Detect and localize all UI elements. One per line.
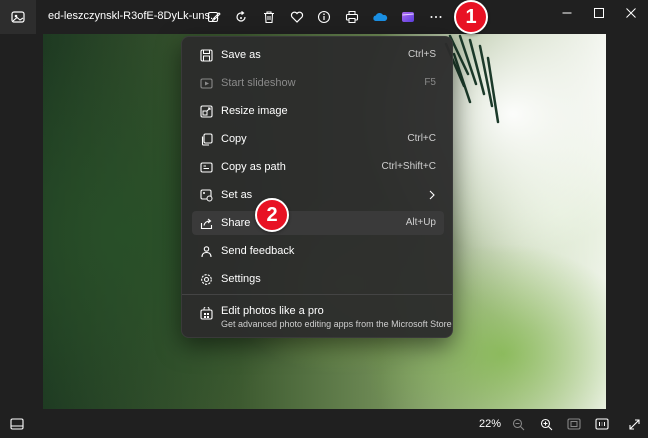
photos-app-icon[interactable] (0, 0, 36, 34)
menu-item-label: Start slideshow (221, 77, 296, 89)
maximize-button[interactable] (587, 4, 611, 22)
menu-item-save-as[interactable]: Save as Ctrl+S (192, 43, 444, 67)
settings-icon (198, 271, 214, 287)
menu-item-label: Resize image (221, 105, 288, 117)
bottom-bar: 22% (0, 409, 648, 438)
menu-item-label: Set as (221, 189, 253, 201)
menu-item-settings[interactable]: Settings (192, 267, 444, 291)
menu-item-shortcut: Alt+Up (405, 217, 436, 228)
menu-item-send-feedback[interactable]: Send feedback (192, 239, 444, 263)
annotation-marker-1: 1 (454, 0, 488, 34)
menu-item-shortcut: Ctrl+C (407, 133, 436, 144)
zoom-level: 22% (479, 418, 502, 430)
menu-item-resize-image[interactable]: Resize image (192, 99, 444, 123)
menu-item-label: Share (221, 217, 251, 229)
share-icon (198, 215, 214, 231)
close-button[interactable] (619, 4, 643, 22)
resize-icon (198, 103, 214, 119)
zoom-in-icon[interactable] (537, 415, 555, 433)
actual-size-icon[interactable] (593, 415, 611, 433)
menu-item-label: Send feedback (221, 245, 295, 257)
fit-to-window-icon[interactable] (565, 415, 583, 433)
annotation-marker-2: 2 (255, 198, 289, 232)
microsoft-store-icon (198, 305, 214, 321)
menu-item-label: Copy as path (221, 161, 286, 173)
title-bar: ed-leszczynskl-R3ofE-8DyLk-uns... (0, 0, 648, 34)
info-icon[interactable] (313, 7, 335, 27)
zoom-out-icon[interactable] (509, 415, 527, 433)
file-name-title: ed-leszczynskl-R3ofE-8DyLk-uns... (48, 10, 220, 22)
menu-item-set-as[interactable]: Set as (192, 183, 444, 207)
copy-icon (198, 131, 214, 147)
menu-item-label: Copy (221, 133, 247, 145)
set-as-icon (198, 187, 214, 203)
more-options-menu: Save as Ctrl+S Start slideshow F5 Resize… (181, 36, 453, 338)
rotate-icon[interactable] (230, 7, 252, 27)
chevron-right-icon (429, 190, 435, 200)
menu-item-shortcut: Ctrl+S (407, 49, 436, 60)
promo-subtitle: Get advanced photo editing apps from the… (221, 319, 452, 329)
more-icon[interactable] (425, 7, 447, 27)
menu-item-copy-as-path[interactable]: Copy as path Ctrl+Shift+C (192, 155, 444, 179)
full-screen-icon[interactable] (625, 415, 643, 433)
menu-item-label: Save as (221, 49, 261, 61)
slideshow-icon (198, 75, 214, 91)
copy-path-icon (198, 159, 214, 175)
menu-item-shortcut: F5 (424, 77, 436, 88)
delete-icon[interactable] (258, 7, 280, 27)
onedrive-icon[interactable] (369, 7, 391, 27)
clipchamp-icon[interactable] (397, 7, 419, 27)
menu-item-copy[interactable]: Copy Ctrl+C (192, 127, 444, 151)
menu-item-shortcut: Ctrl+Shift+C (381, 161, 436, 172)
minimize-button[interactable] (555, 4, 579, 22)
filmstrip-toggle-icon[interactable] (8, 415, 26, 433)
feedback-icon (198, 243, 214, 259)
menu-item-share[interactable]: Share Alt+Up (192, 211, 444, 235)
edit-icon[interactable] (203, 7, 225, 27)
save-icon (198, 47, 214, 63)
print-icon[interactable] (341, 7, 363, 27)
menu-item-start-slideshow[interactable]: Start slideshow F5 (192, 71, 444, 95)
menu-divider (182, 294, 452, 295)
promo-title[interactable]: Edit photos like a pro (221, 305, 324, 317)
favorite-icon[interactable] (286, 7, 308, 27)
menu-item-label: Settings (221, 273, 261, 285)
